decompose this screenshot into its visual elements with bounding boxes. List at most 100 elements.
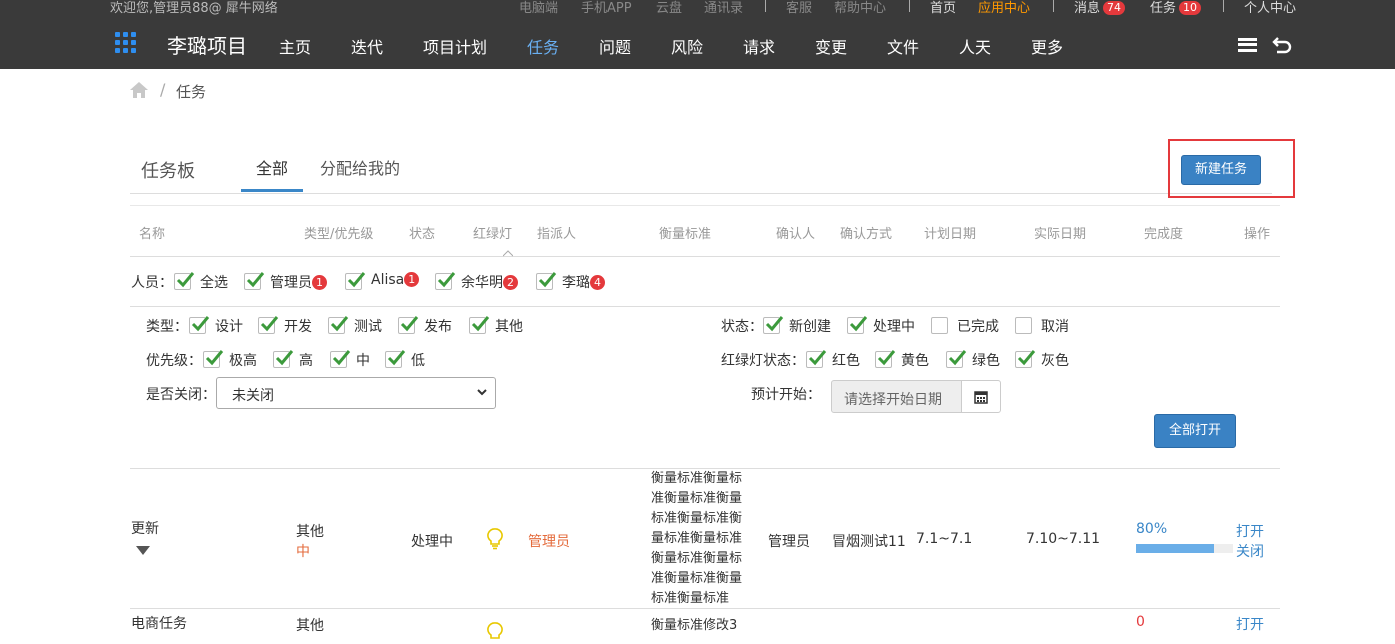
nav-item-requests[interactable]: 请求 <box>743 34 775 58</box>
tab-all[interactable]: 全部 <box>256 155 288 179</box>
people-filter-1-label[interactable]: 管理员 1 <box>270 272 327 292</box>
status-filter-2-label[interactable]: 已完成 <box>957 316 999 336</box>
calendar-icon <box>974 391 988 404</box>
col-measure[interactable]: 衡量标准 <box>659 223 711 242</box>
link-contacts[interactable]: 通讯录 <box>704 0 743 15</box>
type-filter-1-label[interactable]: 开发 <box>284 316 312 336</box>
people-filter-4-checkbox[interactable] <box>536 272 557 290</box>
task-open-link[interactable]: 打开 <box>1236 521 1264 541</box>
col-plan-date[interactable]: 计划日期 <box>924 223 976 242</box>
light-filter-3-label[interactable]: 灰色 <box>1041 350 1069 370</box>
type-filter-3-checkbox[interactable] <box>398 316 419 334</box>
nav-item-files[interactable]: 文件 <box>887 34 919 58</box>
type-filter-0-label[interactable]: 设计 <box>215 316 243 336</box>
people-filter-3-label[interactable]: 余华明 2 <box>461 272 518 292</box>
type-filter-4-label[interactable]: 其他 <box>495 316 523 336</box>
task-name[interactable]: 电商任务 <box>131 613 187 633</box>
type-filter-4-checkbox[interactable] <box>469 316 490 334</box>
people-filter-3-checkbox[interactable] <box>435 272 456 290</box>
task-open-link[interactable]: 打开 <box>1236 614 1264 634</box>
light-filter-2-checkbox[interactable] <box>946 350 967 368</box>
nav-item-home[interactable]: 主页 <box>279 34 311 58</box>
priority-filter-1-label[interactable]: 高 <box>299 350 313 370</box>
collapse-caret-icon[interactable] <box>503 250 513 257</box>
col-operations[interactable]: 操作 <box>1244 223 1270 242</box>
people-filter-2-checkbox[interactable] <box>345 272 366 290</box>
col-confirm-method[interactable]: 确认方式 <box>840 223 892 242</box>
type-filter-1-checkbox[interactable] <box>258 316 279 334</box>
status-filter-1-label[interactable]: 处理中 <box>873 316 915 336</box>
people-filter-2-label[interactable]: Alisa 1 <box>371 272 420 288</box>
link-desktop[interactable]: 电脑端 <box>519 0 558 15</box>
light-filter-1-label[interactable]: 黄色 <box>901 350 929 370</box>
status-filter-3-checkbox[interactable] <box>1015 317 1032 334</box>
priority-filter-0-checkbox[interactable] <box>203 350 224 368</box>
breadcrumb-separator: / <box>160 80 166 99</box>
nav-item-man-days[interactable]: 人天 <box>959 34 991 58</box>
status-filter-1-checkbox[interactable] <box>847 316 868 334</box>
light-filter-0-checkbox[interactable] <box>806 350 827 368</box>
light-filter-2-label[interactable]: 绿色 <box>972 350 1000 370</box>
priority-filter-2-checkbox[interactable] <box>330 350 351 368</box>
col-type-priority[interactable]: 类型/优先级 <box>304 223 373 242</box>
status-filter-3-label[interactable]: 取消 <box>1041 316 1069 336</box>
new-task-button[interactable]: 新建任务 <box>1181 155 1261 185</box>
light-filter-0-label[interactable]: 红色 <box>832 350 860 370</box>
people-filter-0-text: 全选 <box>200 275 228 291</box>
apps-grid-icon[interactable] <box>115 32 136 53</box>
project-name[interactable]: 李璐项目 <box>167 30 247 59</box>
type-filter-3-label[interactable]: 发布 <box>424 316 452 336</box>
link-profile[interactable]: 个人中心 <box>1244 0 1296 15</box>
open-all-button[interactable]: 全部打开 <box>1154 414 1236 448</box>
people-filter-4-label[interactable]: 李璐 4 <box>562 272 605 292</box>
home-icon[interactable] <box>129 81 149 99</box>
nav-item-tasks[interactable]: 任务 <box>527 34 559 58</box>
type-filter-2-label[interactable]: 测试 <box>354 316 382 336</box>
task-close-link[interactable]: 关闭 <box>1236 541 1264 561</box>
link-messages[interactable]: 消息 74 <box>1074 0 1126 15</box>
light-filter-3-checkbox[interactable] <box>1015 350 1036 368</box>
calendar-button[interactable] <box>961 380 1001 413</box>
people-filter-0-checkbox[interactable] <box>174 272 195 290</box>
col-actual-date[interactable]: 实际日期 <box>1034 223 1086 242</box>
people-filter-0-label[interactable]: 全选 <box>200 272 228 292</box>
nav-item-changes[interactable]: 变更 <box>815 34 847 58</box>
col-assignee[interactable]: 指派人 <box>537 223 576 242</box>
col-name[interactable]: 名称 <box>139 223 165 242</box>
status-filter-0-label[interactable]: 新创建 <box>789 316 831 336</box>
tab-assigned-to-me[interactable]: 分配给我的 <box>320 155 400 179</box>
link-help[interactable]: 帮助中心 <box>834 0 886 15</box>
link-app-center[interactable]: 应用中心 <box>978 0 1030 15</box>
nav-item-more[interactable]: 更多 <box>1031 34 1063 58</box>
link-mobile-app[interactable]: 手机APP <box>581 0 632 15</box>
task-name[interactable]: 更新 <box>131 518 159 538</box>
priority-filter-2-label[interactable]: 中 <box>356 350 370 370</box>
status-filter-0-checkbox[interactable] <box>763 316 784 334</box>
type-filter-0-checkbox[interactable] <box>189 316 210 334</box>
status-filter-2-checkbox[interactable] <box>931 317 948 334</box>
col-confirmer[interactable]: 确认人 <box>776 223 815 242</box>
priority-filter-0-label[interactable]: 极高 <box>229 350 257 370</box>
start-date-input[interactable]: 请选择开始日期 <box>831 380 962 413</box>
col-progress[interactable]: 完成度 <box>1144 223 1183 242</box>
col-status[interactable]: 状态 <box>409 223 435 242</box>
light-filter-1-checkbox[interactable] <box>875 350 896 368</box>
link-home[interactable]: 首页 <box>930 0 956 15</box>
nav-item-risks[interactable]: 风险 <box>671 34 703 58</box>
back-icon[interactable] <box>1272 35 1294 55</box>
priority-filter-3-checkbox[interactable] <box>385 350 406 368</box>
nav-item-project-plan[interactable]: 项目计划 <box>423 34 487 58</box>
nav-item-iteration[interactable]: 迭代 <box>351 34 383 58</box>
type-filter-2-checkbox[interactable] <box>328 316 349 334</box>
col-traffic-light[interactable]: 红绿灯 <box>473 223 512 242</box>
people-filter-1-checkbox[interactable] <box>244 272 265 290</box>
expand-caret-icon[interactable] <box>136 546 150 555</box>
menu-icon[interactable] <box>1238 38 1257 52</box>
link-cloud-disk[interactable]: 云盘 <box>656 0 682 15</box>
priority-filter-1-checkbox[interactable] <box>273 350 294 368</box>
nav-item-issues[interactable]: 问题 <box>599 34 631 58</box>
closed-select[interactable]: 未关闭 <box>216 377 496 409</box>
link-support[interactable]: 客服 <box>786 0 812 15</box>
link-tasks[interactable]: 任务 10 <box>1150 0 1202 15</box>
priority-filter-3-label[interactable]: 低 <box>411 350 425 370</box>
